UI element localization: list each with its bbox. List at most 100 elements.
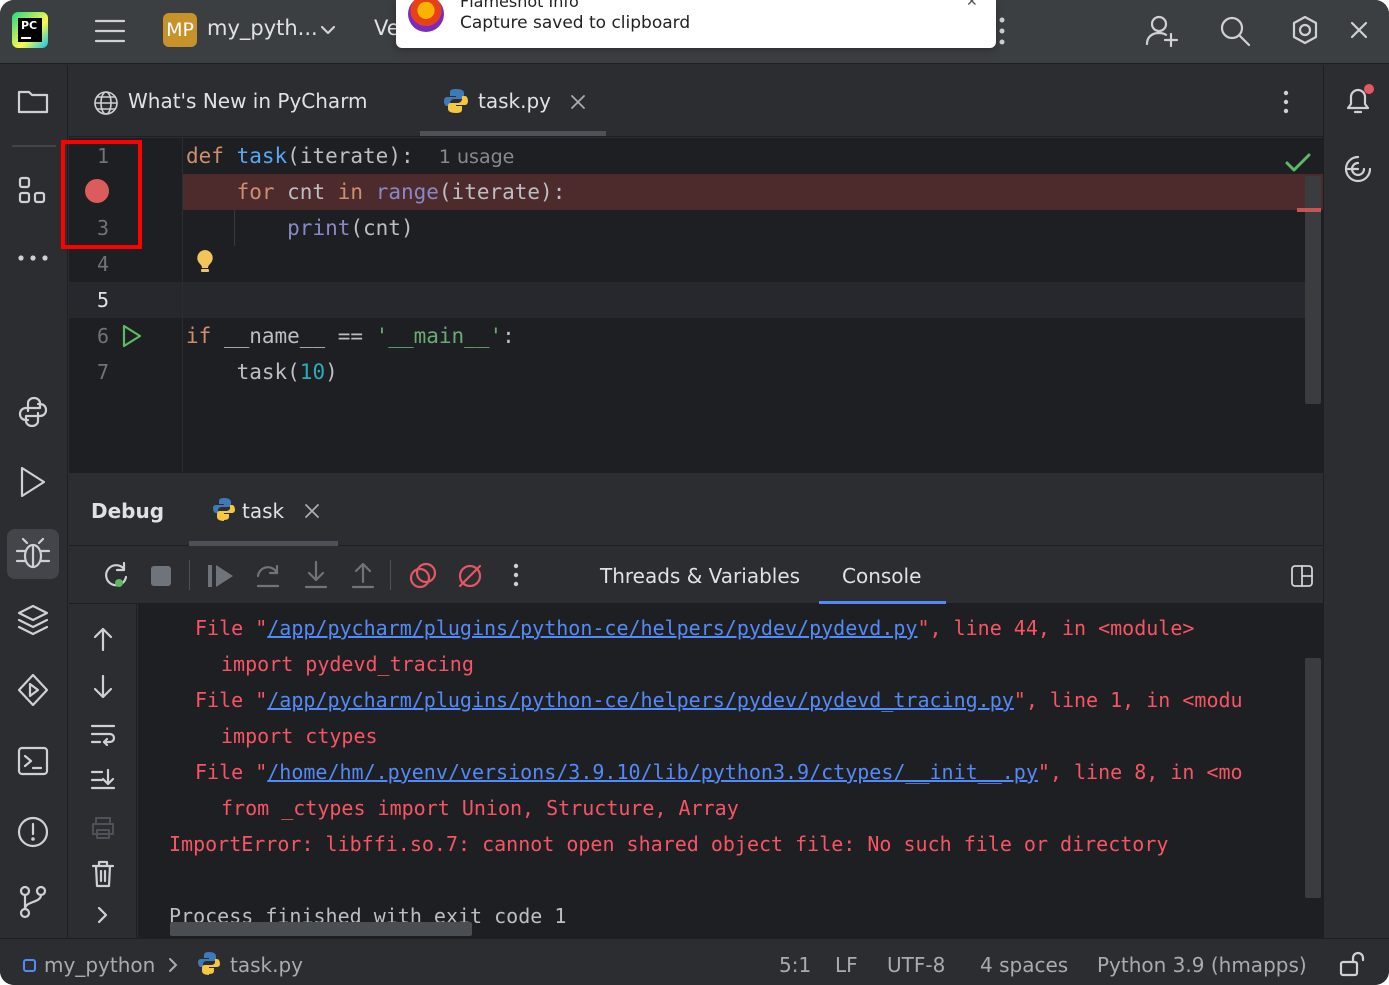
debug-more-icon[interactable]: [512, 562, 520, 588]
settings-gear-icon[interactable]: [1289, 14, 1321, 48]
line-number: 5: [96, 288, 109, 312]
ai-assistant-icon[interactable]: [1342, 153, 1374, 185]
breadcrumb-file[interactable]: task.py: [230, 953, 303, 977]
project-folder-icon[interactable]: [17, 87, 49, 115]
breadcrumb-chevron-icon: [167, 957, 179, 973]
left-tool-strip: [0, 65, 68, 938]
close-window-icon[interactable]: [1350, 21, 1368, 39]
editor-gutter[interactable]: 1 3 4 5 6 7: [61, 138, 182, 472]
structure-icon[interactable]: [17, 175, 49, 207]
problems-icon[interactable]: [16, 815, 50, 849]
code-line-6: if __name__ == '__main__':: [186, 324, 515, 348]
scroll-down-icon[interactable]: [92, 674, 114, 700]
line-number: 6: [96, 324, 109, 348]
console-scrollbar[interactable]: [1305, 658, 1321, 898]
close-tab-icon[interactable]: [570, 94, 586, 110]
tabs-more-icon[interactable]: [1282, 89, 1290, 115]
annotation-highlight-box: [61, 140, 142, 249]
git-branch-icon[interactable]: [17, 885, 49, 919]
search-icon[interactable]: [1219, 15, 1251, 47]
add-user-icon[interactable]: [1145, 14, 1179, 48]
file-link[interactable]: /app/pycharm/plugins/python-ce/helpers/p…: [267, 616, 917, 640]
print-icon[interactable]: [90, 816, 116, 840]
services-icon[interactable]: [16, 673, 50, 707]
more-tools-icon[interactable]: [17, 253, 49, 263]
more-options-icon[interactable]: [998, 16, 1006, 46]
layout-icon[interactable]: [1290, 564, 1314, 588]
console-line: import ctypes: [221, 724, 378, 748]
active-tab-indicator: [420, 131, 606, 136]
step-into-icon[interactable]: [303, 560, 329, 590]
console-line: import pydevd_tracing: [221, 652, 474, 676]
globe-icon: [93, 90, 119, 116]
indent-setting[interactable]: 4 spaces: [980, 953, 1068, 977]
python-file-icon: [442, 87, 470, 115]
step-over-icon[interactable]: [255, 562, 281, 590]
breadcrumb-project[interactable]: my_python: [44, 953, 155, 977]
stop-icon[interactable]: [150, 565, 172, 587]
notification-title: Flameshot Info: [460, 0, 579, 11]
error-message: ImportError: libffi.so.7: cannot open sh…: [169, 832, 1169, 856]
scroll-to-end-icon[interactable]: [90, 768, 116, 794]
console-output[interactable]: File "/app/pycharm/plugins/python-ce/hel…: [138, 604, 1323, 938]
right-tool-strip: [1323, 65, 1389, 938]
soft-wrap-icon[interactable]: [90, 722, 116, 746]
scroll-up-icon[interactable]: [92, 626, 114, 652]
debug-session-tab[interactable]: task: [242, 499, 284, 523]
python-interpreter[interactable]: Python 3.9 (hmapps): [1097, 953, 1307, 977]
console-line: File "/app/pycharm/plugins/python-ce/hel…: [195, 688, 1243, 712]
project-badge[interactable]: MP: [163, 13, 197, 47]
file-link[interactable]: /home/hm/.pyenv/versions/3.9.10/lib/pyth…: [267, 760, 1038, 784]
expand-toolbar-icon[interactable]: [96, 906, 110, 924]
flameshot-notification: Flameshot Info Capture saved to clipboar…: [396, 0, 996, 48]
python-console-icon[interactable]: [16, 395, 50, 429]
line-number: 4: [96, 252, 109, 276]
rerun-debug-icon[interactable]: [102, 561, 130, 591]
line-separator[interactable]: LF: [835, 953, 858, 977]
status-bar: my_python task.py 5:1 LF UTF-8 4 spaces …: [0, 938, 1389, 985]
notification-message: Capture saved to clipboard: [460, 13, 691, 33]
debug-tool-button[interactable]: [7, 529, 59, 579]
tab-threads-variables[interactable]: Threads & Variables: [600, 564, 800, 588]
tab-task-py[interactable]: task.py: [478, 89, 551, 113]
line-number: 7: [96, 360, 109, 384]
bug-icon: [15, 537, 51, 569]
layers-icon[interactable]: [16, 603, 50, 637]
resume-icon[interactable]: [207, 563, 235, 589]
pycharm-logo[interactable]: PC: [12, 12, 48, 48]
view-breakpoints-icon[interactable]: [409, 562, 437, 590]
step-out-icon[interactable]: [350, 560, 376, 590]
caret-position[interactable]: 5:1: [779, 953, 811, 977]
close-session-icon[interactable]: [304, 503, 320, 519]
mute-breakpoints-icon[interactable]: [456, 562, 484, 590]
clear-all-icon[interactable]: [91, 860, 115, 888]
divider: [12, 145, 56, 147]
code-line-7: task(10): [186, 360, 338, 384]
console-line: File "/app/pycharm/plugins/python-ce/hel…: [195, 616, 1195, 640]
tab-whats-new[interactable]: What's New in PyCharm: [128, 89, 368, 113]
terminal-icon[interactable]: [17, 745, 49, 777]
run-gutter-icon[interactable]: [121, 324, 143, 348]
debug-title: Debug: [91, 499, 165, 523]
file-encoding[interactable]: UTF-8: [887, 953, 945, 977]
file-link[interactable]: /app/pycharm/plugins/python-ce/helpers/p…: [267, 688, 1014, 712]
notifications-bell-icon[interactable]: [1342, 83, 1376, 117]
inspection-ok-icon[interactable]: [1285, 152, 1311, 174]
hamburger-menu-icon[interactable]: [94, 17, 126, 45]
toolbar-separator: [189, 560, 190, 590]
module-icon: [23, 959, 36, 972]
lightbulb-icon[interactable]: [194, 248, 216, 276]
lock-icon[interactable]: [1339, 951, 1365, 977]
usage-hint[interactable]: 1 usage: [439, 146, 514, 168]
code-line-1: def task(iterate): 1 usage: [186, 144, 515, 168]
project-name[interactable]: my_pyth...: [207, 16, 318, 40]
tab-console[interactable]: Console: [842, 564, 921, 588]
code-editor[interactable]: 1 3 4 5 6 7 def task(iterate): 1 usage f…: [61, 138, 1323, 472]
chevron-down-icon[interactable]: [320, 24, 336, 36]
run-icon[interactable]: [18, 465, 48, 499]
debug-toolbar: Threads & Variables Console: [69, 546, 1323, 605]
console-horizontal-scrollbar[interactable]: [170, 922, 472, 936]
flameshot-icon: [408, 0, 444, 32]
notification-close-icon[interactable]: ✕: [966, 0, 978, 10]
code-line-3: print(cnt): [287, 216, 414, 240]
